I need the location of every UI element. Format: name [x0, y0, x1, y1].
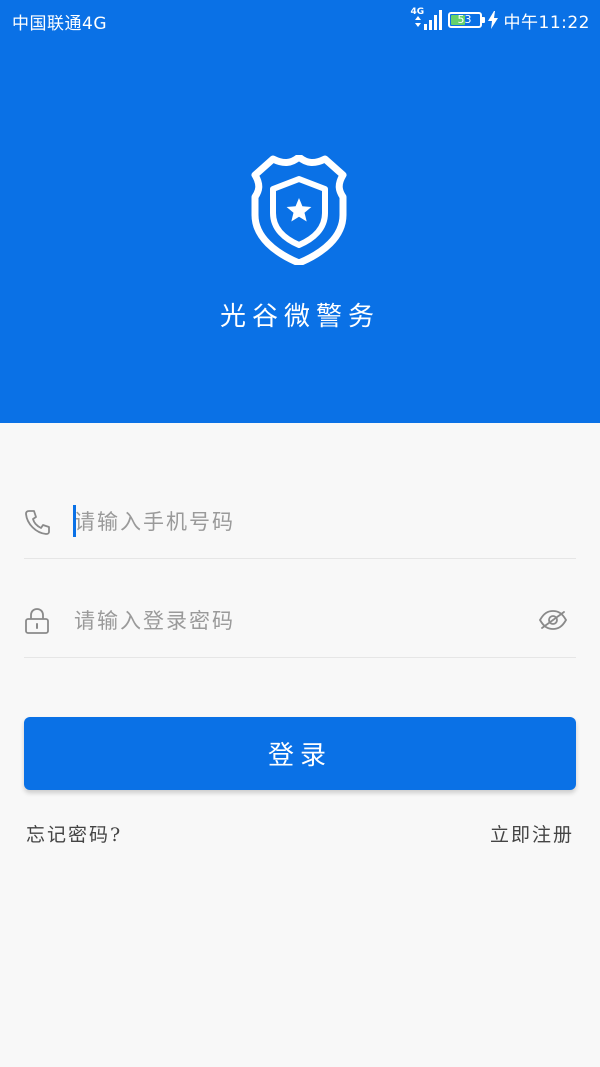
eye-hidden-icon[interactable]	[538, 608, 568, 632]
network-type-label: 4G	[410, 7, 425, 17]
phone-field	[24, 486, 576, 559]
battery-tip	[481, 17, 485, 23]
text-cursor	[73, 505, 76, 537]
status-bar: 中国联通4G 4G 53 中午11:22	[0, 0, 600, 40]
phone-input[interactable]	[74, 504, 514, 540]
app-title: 光谷微警务	[219, 302, 380, 332]
clock: 中午11:22	[503, 12, 590, 33]
login-button[interactable]: 登录	[24, 717, 576, 790]
password-field	[24, 585, 576, 658]
header-banner: 中国联通4G 4G 53 中午11:22 光谷微警务	[0, 0, 600, 423]
carrier-label: 中国联通4G	[12, 14, 107, 34]
status-icons: 4G 53 中午11:22	[410, 6, 591, 34]
battery-icon: 53	[447, 12, 485, 28]
police-badge-icon	[251, 153, 347, 267]
charging-icon	[487, 11, 498, 29]
register-link[interactable]: 立即注册	[490, 820, 574, 847]
phone-icon	[25, 510, 50, 535]
password-input[interactable]	[74, 603, 514, 639]
forgot-password-link[interactable]: 忘记密码?	[26, 820, 122, 847]
signal-icon: 4G	[410, 7, 442, 31]
lock-icon	[25, 608, 49, 634]
battery-level: 53	[457, 13, 472, 26]
